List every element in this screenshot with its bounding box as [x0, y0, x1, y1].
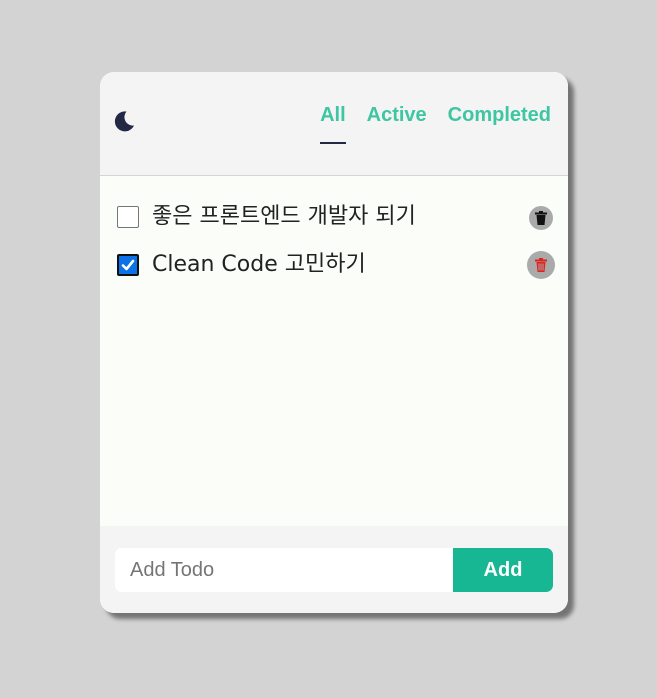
add-todo-form: Add: [115, 548, 553, 592]
todo-checkbox[interactable]: [117, 206, 139, 228]
header: All Active Completed: [100, 72, 568, 176]
trash-icon: [535, 211, 547, 225]
filter-tabs: All Active Completed: [320, 103, 551, 144]
todo-card: All Active Completed 좋은 프론트엔드 개발자 되기 Cle…: [100, 72, 568, 613]
tab-all[interactable]: All: [320, 103, 346, 144]
add-button[interactable]: Add: [453, 548, 553, 592]
todo-text: Clean Code 고민하기: [152, 252, 366, 277]
delete-button[interactable]: [529, 206, 553, 230]
delete-button[interactable]: [527, 251, 555, 279]
trash-icon: [535, 258, 547, 272]
todo-item: 좋은 프론트엔드 개발자 되기: [100, 192, 568, 240]
add-todo-input[interactable]: [115, 548, 453, 592]
todo-checkbox[interactable]: [117, 254, 139, 276]
moon-icon[interactable]: [112, 109, 136, 133]
todo-list: 좋은 프론트엔드 개발자 되기 Clean Code 고민하기: [100, 192, 568, 288]
todo-item: Clean Code 고민하기: [100, 240, 568, 288]
tab-active[interactable]: Active: [367, 103, 427, 127]
tab-completed[interactable]: Completed: [448, 103, 551, 127]
footer: Add: [100, 526, 568, 613]
todo-text: 좋은 프론트엔드 개발자 되기: [152, 204, 416, 229]
